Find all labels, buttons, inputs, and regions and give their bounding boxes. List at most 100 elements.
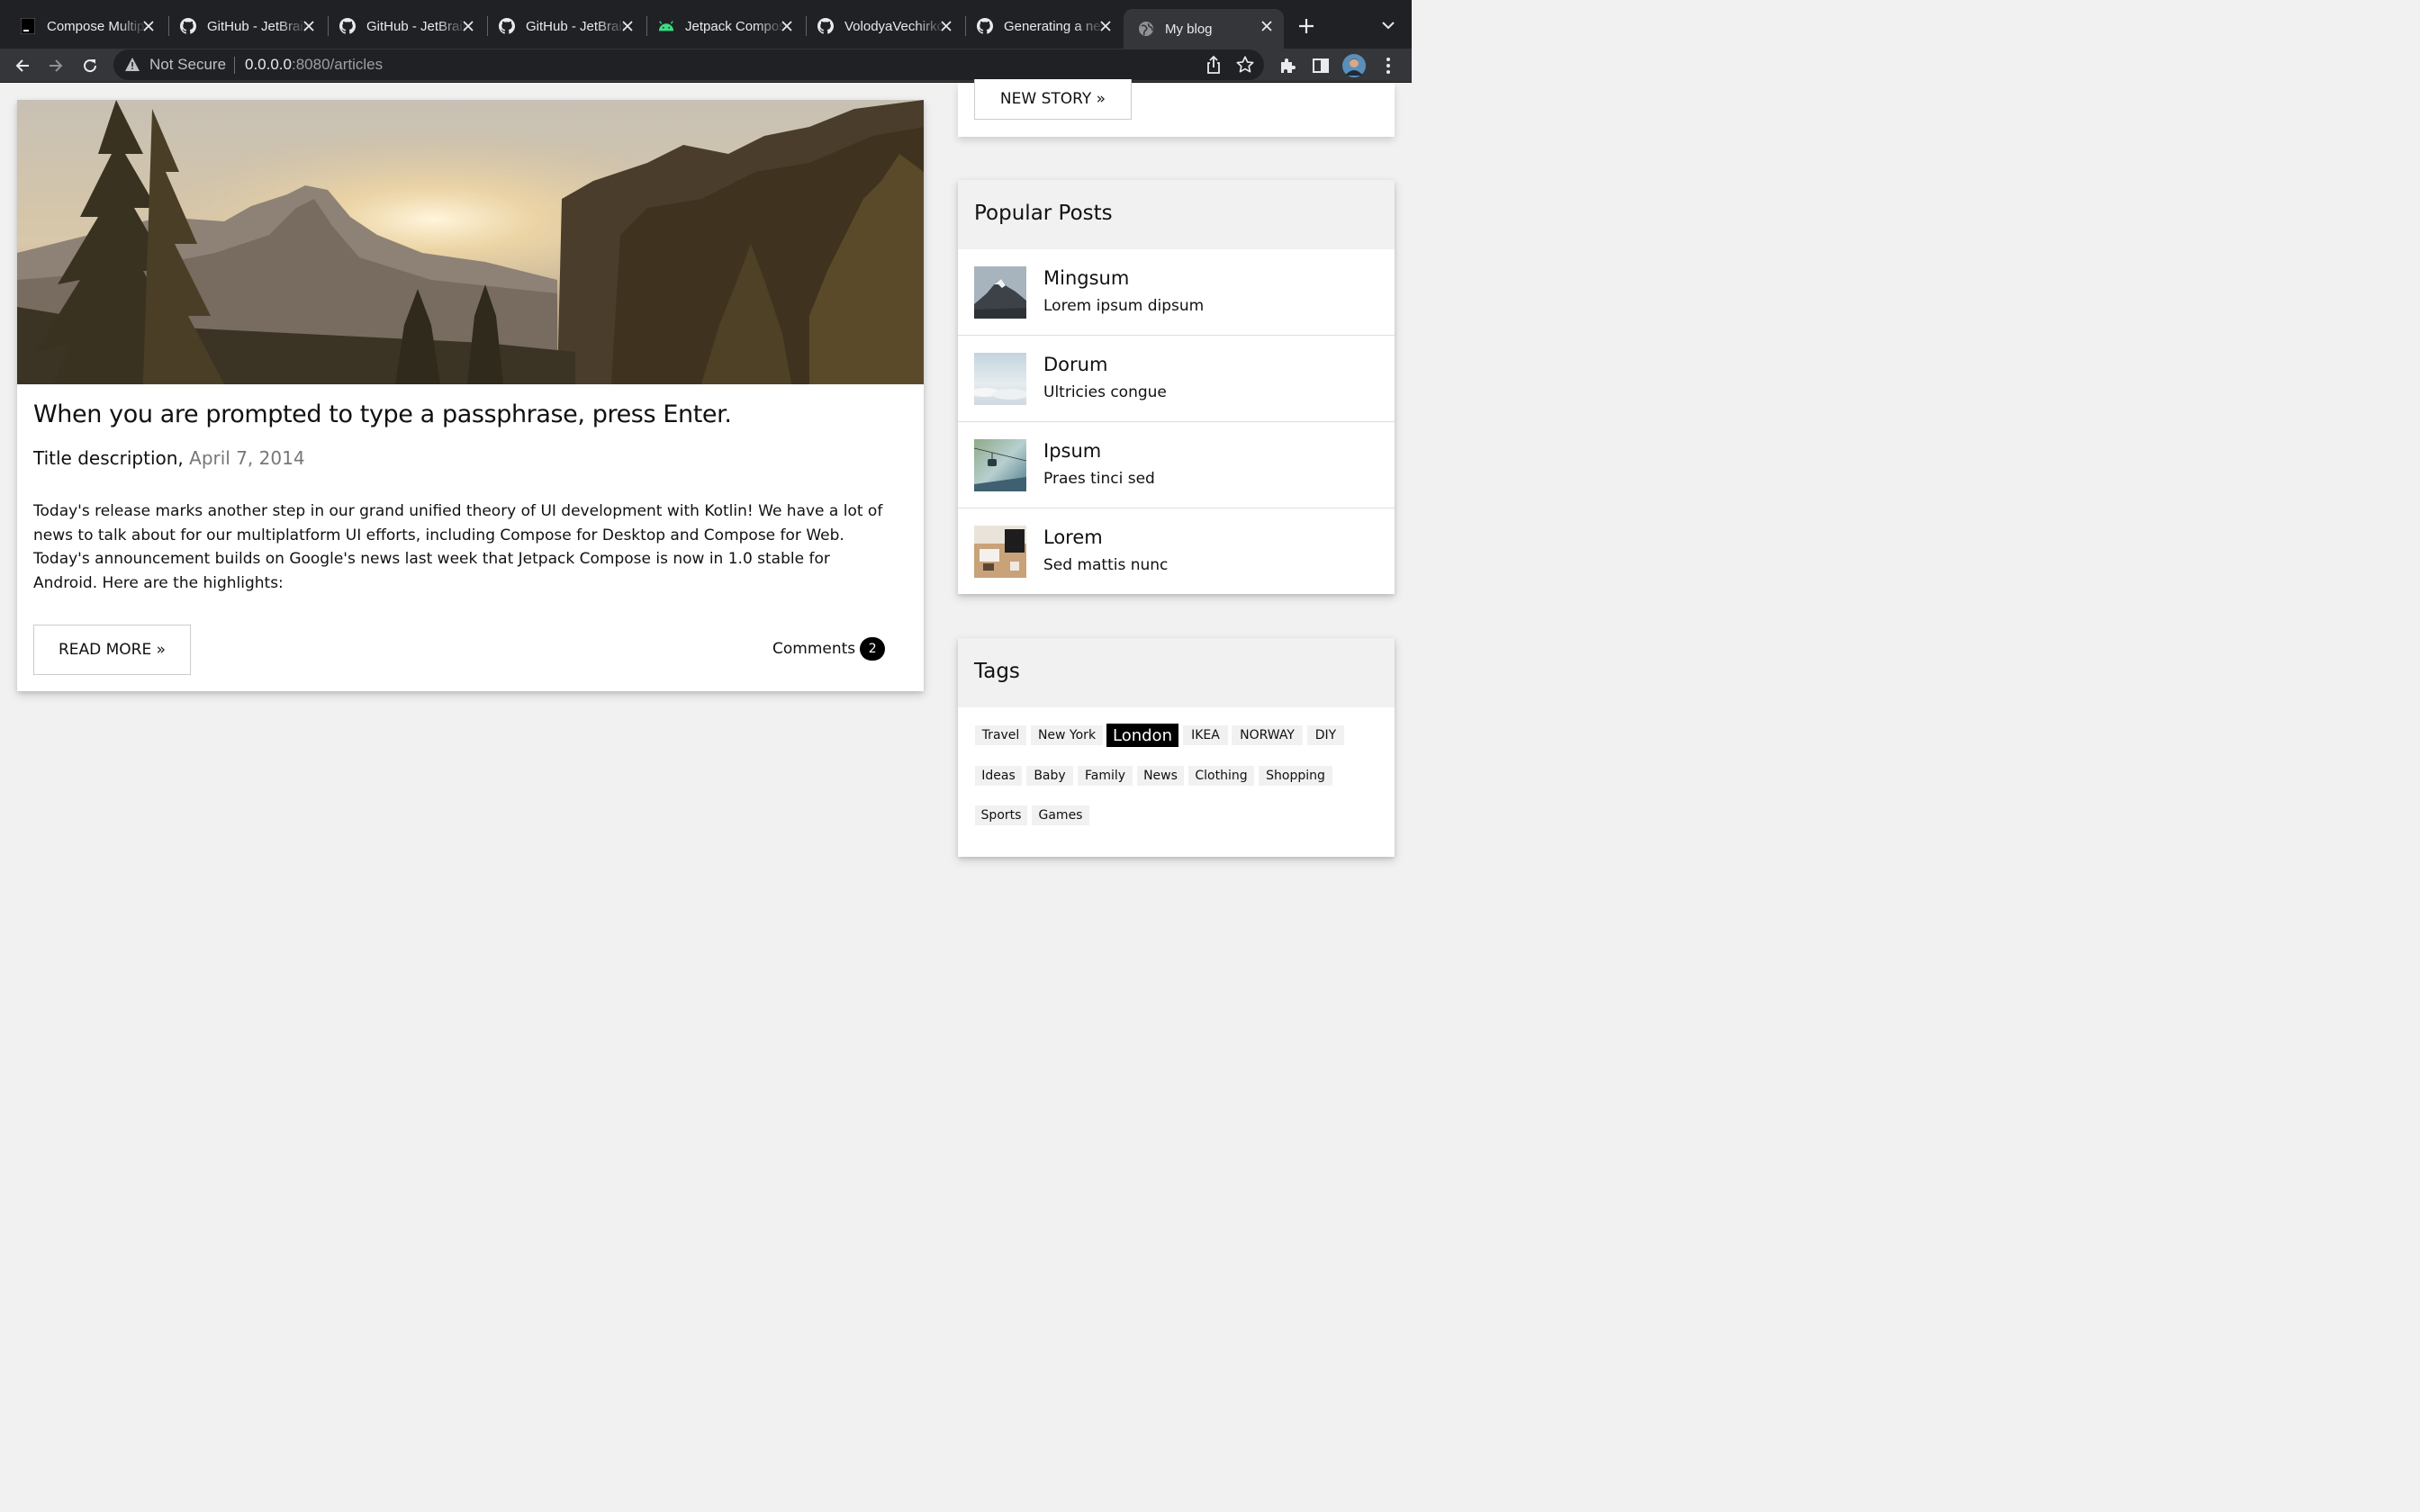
tag-chip-active[interactable]: London (1106, 724, 1178, 747)
close-icon[interactable] (938, 18, 954, 34)
profile-avatar[interactable] (1341, 53, 1367, 78)
tag-chip[interactable]: Sports (975, 806, 1027, 825)
globe-icon (1138, 21, 1154, 37)
popular-posts-header: Popular Posts (958, 180, 1395, 249)
post-subtitle: Praes tinci sed (1043, 470, 1155, 488)
post-subtitle: Lorem ipsum dipsum (1043, 297, 1205, 315)
tab-compose-multiplatform[interactable]: Compose Multiplatform (5, 9, 166, 43)
comments-count-badge: 2 (860, 637, 886, 661)
article-subtitle: Title description, April 7, 2014 (33, 447, 305, 469)
tab-github-3[interactable]: GitHub - JetBrains (484, 9, 645, 43)
tag-chip[interactable]: DIY (1307, 725, 1344, 745)
article-hero-image[interactable] (17, 100, 924, 384)
popular-post-item[interactable]: Dorum Ultricies congue (958, 335, 1395, 421)
comments-label: Comments (772, 640, 856, 658)
article-body: Today's release marks another step in ou… (33, 502, 883, 592)
android-icon (658, 18, 674, 34)
article-card: When you are prompted to type a passphra… (17, 100, 924, 691)
url-path: :8080/articles (292, 56, 384, 73)
terminal-icon (20, 18, 36, 34)
tab-title: Jetpack Compose (685, 18, 786, 34)
close-icon[interactable] (301, 18, 317, 34)
tag-chip[interactable]: Travel (975, 725, 1026, 745)
url-text[interactable]: 0.0.0.0:8080/articles (245, 56, 383, 74)
tab-search-chevron-icon[interactable] (1379, 16, 1397, 34)
tab-generating-ssh-key[interactable]: Generating a new SSH key (962, 9, 1123, 43)
tab-github-2[interactable]: GitHub - JetBrains (325, 9, 485, 43)
post-title[interactable]: Lorem (1043, 526, 1103, 548)
tab-title: Generating a new SSH key (1004, 18, 1105, 34)
popular-post-item[interactable]: Lorem Sed mattis nunc (958, 508, 1395, 594)
article-title[interactable]: When you are prompted to type a passphra… (33, 400, 732, 428)
tab-title: My blog (1165, 21, 1213, 37)
tag-chip[interactable]: Ideas (975, 766, 1022, 786)
tab-title: Compose Multiplatform (47, 18, 148, 34)
close-icon[interactable] (1097, 18, 1114, 34)
popular-posts-panel: Popular Posts Mingsum Lorem ipsum dipsum… (958, 180, 1395, 594)
tag-chip[interactable]: IKEA (1183, 725, 1228, 745)
read-more-button[interactable]: READ MORE » (33, 625, 191, 675)
sidebar-new-story-panel: NEW STORY » (958, 79, 1395, 137)
tag-chip[interactable]: Games (1032, 806, 1089, 825)
tab-title: GitHub - JetBrains (366, 18, 467, 34)
post-subtitle: Ultricies congue (1043, 383, 1167, 401)
not-secure-label[interactable]: Not Secure (149, 56, 226, 74)
tab-jetpack-compose[interactable]: Jetpack Compose (644, 9, 804, 43)
popular-post-item[interactable]: Mingsum Lorem ipsum dipsum (958, 249, 1395, 336)
tags-header: Tags (958, 638, 1395, 707)
tags-panel: Tags Travel New York London IKEA NORWAY … (958, 638, 1395, 857)
tab-github-1[interactable]: GitHub - JetBrains (166, 9, 326, 43)
github-icon (977, 18, 993, 34)
tag-chip[interactable]: Shopping (1259, 766, 1332, 786)
post-thumbnail[interactable] (974, 526, 1026, 578)
post-thumbnail[interactable] (974, 353, 1026, 405)
address-bar[interactable]: Not Secure 0.0.0.0:8080/articles (113, 50, 1264, 80)
article-description: Title description, (33, 447, 184, 469)
post-title[interactable]: Ipsum (1043, 440, 1101, 462)
close-icon[interactable] (140, 18, 157, 34)
extensions-puzzle-icon[interactable] (1275, 53, 1300, 78)
popular-posts-heading: Popular Posts (974, 202, 1113, 225)
new-story-button[interactable]: NEW STORY » (974, 79, 1132, 120)
reload-icon[interactable] (77, 53, 103, 78)
side-panel-icon[interactable] (1308, 53, 1333, 78)
article-date: April 7, 2014 (189, 447, 305, 469)
warning-triangle-icon[interactable] (124, 57, 140, 76)
url-host: 0.0.0.0 (245, 56, 292, 73)
kebab-menu-icon[interactable] (1376, 53, 1401, 78)
tab-my-blog[interactable]: My blog (1124, 9, 1284, 49)
post-title[interactable]: Mingsum (1043, 267, 1129, 289)
popular-post-item[interactable]: Ipsum Praes tinci sed (958, 421, 1395, 508)
share-icon[interactable] (1205, 55, 1223, 79)
tag-chip[interactable]: Family (1078, 766, 1133, 786)
tab-title: GitHub - JetBrains (526, 18, 627, 34)
tag-chip[interactable]: New York (1031, 725, 1103, 745)
comments-link[interactable]: Comments 2 (772, 637, 886, 661)
tab-strip: Compose Multiplatform GitHub - JetBrains… (0, 0, 1412, 49)
github-icon (817, 18, 834, 34)
bookmark-star-icon[interactable] (1235, 55, 1255, 79)
address-divider (234, 57, 235, 74)
tags-heading: Tags (974, 660, 1020, 683)
tag-chip[interactable]: News (1137, 766, 1184, 786)
post-thumbnail[interactable] (974, 439, 1026, 491)
tag-chip[interactable]: Clothing (1188, 766, 1254, 786)
github-icon (180, 18, 196, 34)
post-title[interactable]: Dorum (1043, 354, 1107, 375)
github-icon (499, 18, 515, 34)
tab-title: VolodyaVechirko (844, 18, 944, 34)
tag-chip[interactable]: NORWAY (1232, 725, 1303, 745)
close-icon[interactable] (460, 18, 476, 34)
tab-title: GitHub - JetBrains (207, 18, 308, 34)
post-subtitle: Sed mattis nunc (1043, 556, 1169, 574)
new-tab-plus-icon[interactable] (1296, 15, 1317, 37)
close-icon[interactable] (1259, 18, 1275, 34)
browser-toolbar: Not Secure 0.0.0.0:8080/articles (0, 49, 1412, 83)
tag-chip[interactable]: Baby (1026, 766, 1073, 786)
back-arrow-icon[interactable] (10, 53, 35, 78)
post-thumbnail[interactable] (974, 266, 1026, 319)
close-icon[interactable] (779, 18, 795, 34)
tab-volodyavechirko[interactable]: VolodyaVechirko (803, 9, 963, 43)
forward-arrow-icon[interactable] (43, 53, 68, 78)
close-icon[interactable] (619, 18, 636, 34)
